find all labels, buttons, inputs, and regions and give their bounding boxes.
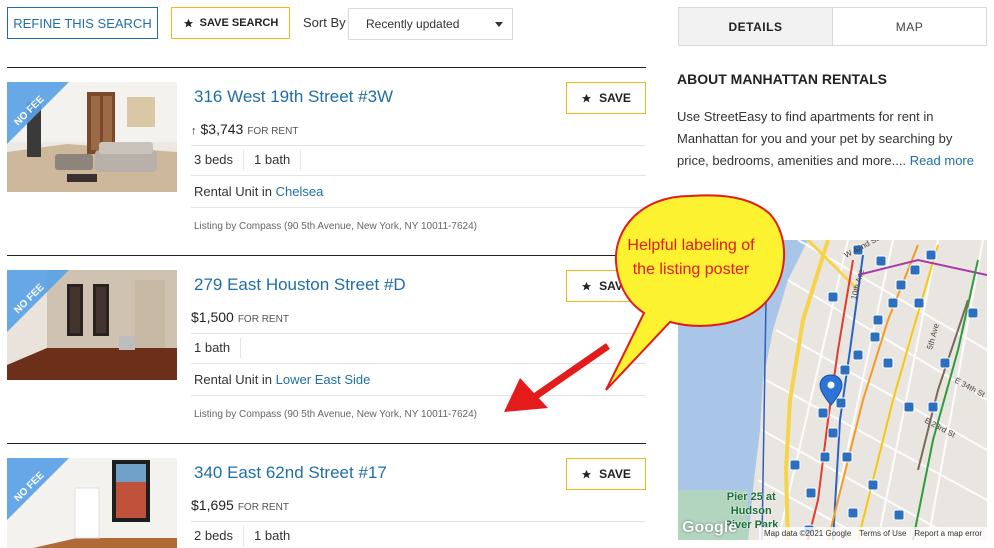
neighborhood-link[interactable]: Chelsea bbox=[276, 184, 324, 199]
tab-map[interactable]: MAP bbox=[833, 8, 986, 45]
refine-search-label: REFINE THIS SEARCH bbox=[13, 15, 152, 31]
price-suffix: FOR RENT bbox=[247, 126, 299, 137]
separator bbox=[300, 149, 302, 170]
listing-price: $1,500 bbox=[191, 309, 234, 325]
unit-prefix: Rental Unit in bbox=[194, 184, 273, 199]
listed-by: Listing by Compass (90 5th Avenue, New Y… bbox=[194, 409, 477, 420]
baths-count: 1 bath bbox=[254, 528, 291, 543]
row-divider bbox=[191, 175, 646, 176]
listing-title[interactable]: 316 West 19th Street #3W bbox=[194, 87, 393, 107]
listing-photo[interactable]: NO FEE bbox=[7, 458, 177, 548]
map-data-credit: Map data ©2021 Google bbox=[763, 529, 852, 538]
star-icon bbox=[183, 18, 193, 27]
star-icon bbox=[582, 281, 592, 290]
row-divider bbox=[191, 333, 646, 334]
listing-card: NO FEE 316 West 19th Street #3W SAVE ↑ $… bbox=[7, 82, 646, 242]
save-search-button[interactable]: SAVE SEARCH bbox=[171, 7, 290, 39]
listing-card: NO FEE 340 East 62nd Street #17 SAVE $1,… bbox=[7, 458, 646, 548]
about-title: ABOUT MANHATTAN RENTALS bbox=[677, 71, 887, 87]
place-label-line: Pier 25 at bbox=[726, 491, 776, 503]
price-suffix: FOR RENT bbox=[237, 502, 289, 513]
tab-map-label: MAP bbox=[895, 19, 924, 34]
row-divider bbox=[191, 363, 646, 364]
star-icon bbox=[582, 93, 592, 102]
save-listing-button[interactable]: SAVE bbox=[566, 458, 646, 490]
row-divider bbox=[191, 145, 646, 146]
unit-prefix: Rental Unit in bbox=[194, 372, 273, 387]
price-row: $1,695 FOR RENT bbox=[191, 497, 289, 513]
listing-photo[interactable]: NO FEE bbox=[7, 82, 177, 192]
separator bbox=[240, 337, 242, 358]
sort-select[interactable]: Recently updated bbox=[348, 8, 513, 40]
place-label-line: Hudson bbox=[730, 505, 772, 517]
listing-title[interactable]: 279 East Houston Street #D bbox=[194, 275, 406, 295]
row-divider bbox=[191, 521, 646, 522]
save-search-label: SAVE SEARCH bbox=[199, 17, 279, 29]
terms-link[interactable]: Terms of Use bbox=[859, 529, 906, 538]
read-more-link[interactable]: Read more bbox=[910, 153, 974, 168]
baths-count: 1 bath bbox=[254, 152, 291, 167]
listing-divider bbox=[7, 255, 646, 256]
listing-title[interactable]: 340 East 62nd Street #17 bbox=[194, 463, 387, 483]
separator bbox=[243, 149, 245, 170]
map-view[interactable]: W 42nd St 10th Ave 5th Ave E 34th St E 2… bbox=[678, 240, 987, 540]
tab-details[interactable]: DETAILS bbox=[679, 8, 833, 45]
chevron-down-icon bbox=[495, 22, 503, 27]
beds-count: 2 beds bbox=[194, 528, 234, 543]
beds-baths-row: 3 beds 1 bath bbox=[194, 149, 311, 170]
save-listing-button[interactable]: SAVE bbox=[566, 82, 646, 114]
about-text: Use StreetEasy to find apartments for re… bbox=[677, 106, 987, 172]
annotation-text: Helpful labeling of the listing poster bbox=[627, 237, 755, 278]
separator bbox=[243, 525, 245, 546]
side-tabs: DETAILS MAP bbox=[678, 7, 987, 46]
beds-count: 3 beds bbox=[194, 152, 234, 167]
neighborhood-link[interactable]: Lower East Side bbox=[276, 372, 371, 387]
price-up-arrow-icon: ↑ bbox=[191, 125, 197, 137]
star-icon bbox=[582, 469, 592, 478]
price-suffix: FOR RENT bbox=[237, 314, 289, 325]
price-row: $1,500 FOR RENT bbox=[191, 309, 289, 325]
listing-price: $1,695 bbox=[191, 497, 234, 513]
listing-photo[interactable]: NO FEE bbox=[7, 270, 177, 380]
listing-divider bbox=[7, 443, 646, 444]
save-label: SAVE bbox=[599, 467, 631, 481]
listing-card: NO FEE 279 East Houston Street #D SAVE $… bbox=[7, 270, 646, 430]
tab-details-label: DETAILS bbox=[728, 19, 783, 34]
beds-baths-row: 1 bath bbox=[194, 337, 251, 358]
map-footer: Map data ©2021 Google Terms of Use Repor… bbox=[758, 527, 987, 540]
sort-by-label: Sort By bbox=[303, 15, 346, 30]
unit-type-row: Rental Unit in Chelsea bbox=[194, 184, 323, 199]
report-error-link[interactable]: Report a map error bbox=[914, 529, 982, 538]
row-divider bbox=[191, 395, 646, 396]
listing-divider bbox=[7, 67, 646, 68]
google-logo: Google bbox=[682, 519, 738, 536]
beds-baths-row: 2 beds 1 bath bbox=[194, 525, 290, 546]
baths-count: 1 bath bbox=[194, 340, 231, 355]
save-label: SAVE bbox=[599, 91, 631, 105]
unit-type-row: Rental Unit in Lower East Side bbox=[194, 372, 370, 387]
listed-by: Listing by Compass (90 5th Avenue, New Y… bbox=[194, 221, 477, 232]
row-divider bbox=[191, 207, 646, 208]
price-row: ↑ $3,743 FOR RENT bbox=[191, 121, 298, 137]
refine-search-button[interactable]: REFINE THIS SEARCH bbox=[7, 7, 158, 39]
listing-price: $3,743 bbox=[200, 121, 244, 137]
sort-selected-value: Recently updated bbox=[366, 17, 460, 31]
